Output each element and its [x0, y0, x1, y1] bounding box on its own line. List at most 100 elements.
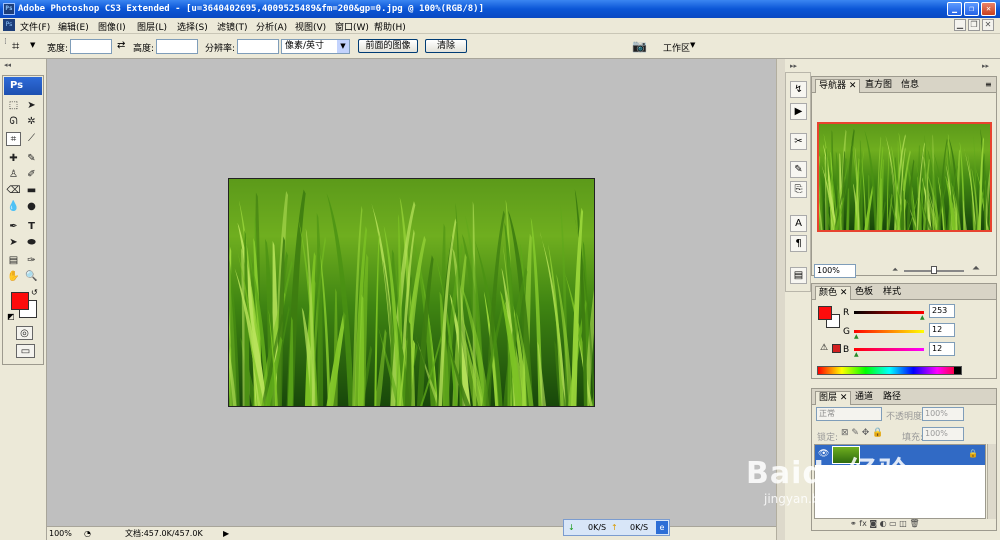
- screen-mode-icon[interactable]: ▭: [16, 344, 35, 358]
- magic-wand-tool-icon[interactable]: ✲: [24, 115, 39, 129]
- document-icon[interactable]: Ps: [3, 19, 15, 31]
- tab-styles[interactable]: 样式: [880, 286, 904, 300]
- resolution-input[interactable]: [237, 39, 279, 54]
- gamut-warning-icon[interactable]: ⚠: [820, 343, 828, 353]
- tab-navigator[interactable]: 导航器 ✕: [815, 79, 861, 93]
- maximize-button[interactable]: ❐: [964, 2, 979, 16]
- tab-layers[interactable]: 图层 ✕: [815, 391, 852, 405]
- workspace-menu[interactable]: 工作区: [663, 41, 690, 54]
- panel-menu-icon[interactable]: ≡: [985, 80, 992, 89]
- path-selection-tool-icon[interactable]: ➤: [6, 236, 21, 250]
- tab-histogram[interactable]: 直方图: [862, 79, 895, 93]
- minimize-button[interactable]: ▁: [947, 2, 962, 16]
- tab-info[interactable]: 信息: [898, 79, 922, 93]
- tab-paths[interactable]: 路径: [880, 391, 904, 405]
- healing-brush-tool-icon[interactable]: ✚: [6, 152, 21, 166]
- lasso-tool-icon[interactable]: ᘏ: [6, 115, 21, 129]
- blend-mode-select[interactable]: 正常: [816, 407, 882, 421]
- tab-channels[interactable]: 通道: [852, 391, 876, 405]
- fill-field[interactable]: 100%: [922, 427, 964, 441]
- channel-b-thumb[interactable]: ▲: [854, 351, 859, 358]
- close-button[interactable]: ✕: [981, 2, 996, 16]
- gamut-color-swatch[interactable]: [832, 344, 841, 353]
- collapse-panels-icon[interactable]: ▸▸: [982, 62, 989, 70]
- menu-layer[interactable]: 图层(L): [137, 20, 167, 33]
- collapse-icons-icon[interactable]: ▸▸: [790, 62, 797, 70]
- color-ramp[interactable]: [817, 366, 962, 375]
- front-image-button[interactable]: 前面的图像: [358, 39, 418, 53]
- notes-tool-icon[interactable]: ▤: [6, 254, 21, 268]
- navigator-preview[interactable]: [817, 122, 992, 232]
- swap-colors-icon[interactable]: ↺: [31, 288, 38, 297]
- shape-tool-icon[interactable]: ⬬: [24, 236, 39, 250]
- quick-mask-icon[interactable]: ◎: [16, 326, 33, 340]
- resolution-unit-select[interactable]: 像素/英寸 ▼: [281, 39, 350, 54]
- menu-edit[interactable]: 编辑(E): [58, 20, 89, 33]
- zoom-out-icon[interactable]: ⏶: [892, 265, 898, 275]
- dodge-tool-icon[interactable]: ●: [24, 200, 39, 214]
- opacity-field[interactable]: 100%: [922, 407, 964, 421]
- blur-tool-icon[interactable]: 💧: [6, 200, 21, 214]
- width-input[interactable]: [70, 39, 112, 54]
- status-arrow-icon[interactable]: ▶: [223, 527, 229, 540]
- doc-close-icon[interactable]: ✕: [982, 19, 994, 31]
- doc-minimize-icon[interactable]: ▁: [954, 19, 966, 31]
- marquee-tool-icon[interactable]: ⬚: [6, 99, 21, 113]
- tool-preset-dropdown-icon[interactable]: ▼: [30, 41, 35, 49]
- channel-b-slider[interactable]: [854, 348, 924, 351]
- type-tool-icon[interactable]: T: [24, 220, 39, 234]
- layer-footer-icons[interactable]: ⚭ fx ◙ ◐ ▭ ◫ 🗑: [850, 519, 920, 528]
- channel-g-slider[interactable]: [854, 330, 924, 333]
- navigator-zoom-field[interactable]: 100%: [814, 264, 856, 278]
- height-input[interactable]: [156, 39, 198, 54]
- menu-file[interactable]: 文件(F): [20, 20, 50, 33]
- menu-analysis[interactable]: 分析(A): [256, 20, 287, 33]
- zoom-tool-icon[interactable]: 🔍: [24, 270, 39, 284]
- channel-r-thumb[interactable]: ▲: [920, 314, 925, 321]
- crop-tool-icon[interactable]: ⌗: [6, 132, 21, 146]
- move-tool-icon[interactable]: ➤: [24, 99, 39, 113]
- status-zoom[interactable]: 100%: [49, 527, 72, 540]
- document-canvas[interactable]: [228, 178, 595, 407]
- hand-tool-icon[interactable]: ✋: [6, 270, 21, 284]
- collapse-toolbox-icon[interactable]: ◂◂: [4, 61, 11, 69]
- tab-swatches[interactable]: 色板: [852, 286, 876, 300]
- clear-button[interactable]: 清除: [425, 39, 467, 53]
- network-app-icon[interactable]: e: [656, 521, 668, 534]
- menu-filter[interactable]: 滤镜(T): [217, 20, 248, 33]
- clone-stamp-tool-icon[interactable]: ♙: [6, 168, 21, 182]
- tab-color[interactable]: 颜色 ✕: [815, 286, 852, 300]
- doc-restore-icon[interactable]: ❐: [968, 19, 980, 31]
- slice-tool-icon[interactable]: ⟋: [24, 132, 39, 146]
- workspace-chevron-icon[interactable]: ▼: [690, 41, 695, 49]
- menu-image[interactable]: 图像(I): [98, 20, 126, 33]
- zoom-slider-thumb[interactable]: [931, 266, 937, 274]
- gradient-tool-icon[interactable]: ▬: [24, 184, 39, 198]
- zoom-in-icon[interactable]: ⏶: [972, 263, 980, 274]
- channel-g-value[interactable]: 12: [929, 323, 955, 337]
- lock-icons[interactable]: ⊠ ✎ ✥ 🔒: [841, 428, 883, 438]
- paragraph-icon[interactable]: ¶: [790, 235, 807, 252]
- menu-select[interactable]: 选择(S): [177, 20, 208, 33]
- layer-comps-icon[interactable]: ▤: [790, 267, 807, 284]
- default-colors-icon[interactable]: ◩: [7, 312, 15, 321]
- channel-g-thumb[interactable]: ▲: [854, 333, 859, 340]
- history-brush-tool-icon[interactable]: ✐: [24, 168, 39, 182]
- clone-source-icon[interactable]: ⎘: [790, 181, 807, 198]
- eraser-tool-icon[interactable]: ⌫: [6, 184, 21, 198]
- channel-r-value[interactable]: 253: [929, 304, 955, 318]
- color-fg-swatch[interactable]: [818, 306, 832, 320]
- tool-presets-icon[interactable]: ✂: [790, 133, 807, 150]
- status-zoom-icon[interactable]: ◔: [84, 527, 91, 540]
- menu-help[interactable]: 帮助(H): [374, 20, 406, 33]
- eyedropper-tool-icon[interactable]: ✑: [24, 254, 39, 268]
- swap-dimensions-icon[interactable]: ⇄: [117, 40, 125, 51]
- brushes-icon[interactable]: ✎: [790, 161, 807, 178]
- brush-tool-icon[interactable]: ✎: [24, 152, 39, 166]
- actions-icon[interactable]: ▶: [790, 103, 807, 120]
- menu-view[interactable]: 视图(V): [295, 20, 326, 33]
- pen-tool-icon[interactable]: ✒: [6, 220, 21, 234]
- history-icon[interactable]: ↯: [790, 81, 807, 98]
- channel-r-slider[interactable]: [854, 311, 924, 314]
- crop-tool-icon[interactable]: ⌗: [12, 39, 19, 54]
